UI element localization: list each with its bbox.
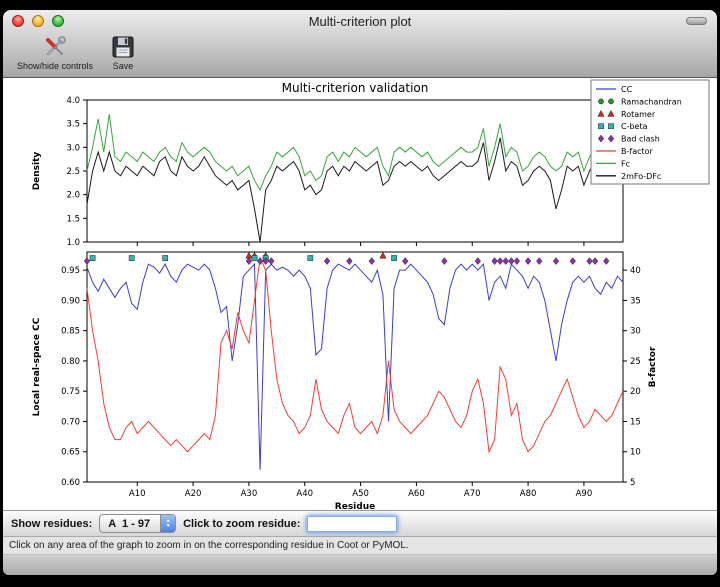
svg-text:CC: CC xyxy=(621,85,633,94)
controls-bar: Show residues: A 1 - 97 ▲▼ Click to zoom… xyxy=(3,510,717,536)
svg-text:1.5: 1.5 xyxy=(66,214,80,224)
svg-text:A70: A70 xyxy=(464,489,481,499)
svg-text:A10: A10 xyxy=(129,489,146,499)
svg-text:3.5: 3.5 xyxy=(66,120,80,130)
window-title: Multi-criterion plot xyxy=(3,14,717,29)
zoom-residue-input[interactable] xyxy=(307,516,397,532)
svg-text:Multi-criterion validation: Multi-criterion validation xyxy=(282,81,429,95)
svg-text:Fc: Fc xyxy=(621,159,630,168)
svg-text:Density: Density xyxy=(32,152,42,191)
svg-text:Residue: Residue xyxy=(335,502,375,510)
svg-text:Ramachandran: Ramachandran xyxy=(621,97,682,106)
svg-text:1.0: 1.0 xyxy=(66,238,80,248)
svg-text:0.65: 0.65 xyxy=(61,448,80,458)
save-label: Save xyxy=(113,61,134,71)
svg-text:A30: A30 xyxy=(241,489,258,499)
svg-text:15: 15 xyxy=(630,417,641,427)
traffic-lights xyxy=(12,15,64,27)
svg-text:0.75: 0.75 xyxy=(61,387,80,397)
svg-text:30: 30 xyxy=(630,327,641,337)
svg-text:0.90: 0.90 xyxy=(61,296,80,306)
status-bar: Click on any area of the graph to zoom i… xyxy=(3,536,717,554)
svg-text:A40: A40 xyxy=(296,489,313,499)
svg-text:4.0: 4.0 xyxy=(66,96,80,106)
screen: Multi-criterion plot xyxy=(0,0,720,587)
svg-text:Bad clash: Bad clash xyxy=(621,135,660,144)
svg-text:2mFo-DFc: 2mFo-DFc xyxy=(621,172,661,181)
svg-text:2.5: 2.5 xyxy=(66,167,80,177)
svg-text:A20: A20 xyxy=(185,489,202,499)
close-button[interactable] xyxy=(12,15,24,27)
svg-text:0.95: 0.95 xyxy=(61,266,80,276)
svg-text:A90: A90 xyxy=(576,489,593,499)
svg-text:0.70: 0.70 xyxy=(61,417,80,427)
show-hide-controls-label: Show/hide controls xyxy=(17,61,93,71)
svg-text:C-beta: C-beta xyxy=(621,122,648,131)
save-icon xyxy=(109,33,137,61)
show-hide-controls-button[interactable]: Show/hide controls xyxy=(17,33,93,71)
svg-text:Rotamer: Rotamer xyxy=(621,110,656,119)
svg-text:2.0: 2.0 xyxy=(66,191,80,201)
svg-text:B-factor: B-factor xyxy=(648,346,658,387)
svg-text:Local real-space CC: Local real-space CC xyxy=(32,317,42,416)
residue-range-value: A 1 - 97 xyxy=(100,515,160,532)
svg-text:40: 40 xyxy=(630,266,641,276)
save-button[interactable]: Save xyxy=(109,33,137,71)
residue-range-select[interactable]: A 1 - 97 ▲▼ xyxy=(99,514,176,533)
toolbar-toggle-lozenge[interactable] xyxy=(686,17,707,25)
plot-area: Multi-criterion validation 1.0 1.5 2.0 2.5 3.… xyxy=(3,78,717,510)
zoom-residue-label: Click to zoom residue: xyxy=(183,518,300,530)
svg-text:A50: A50 xyxy=(352,489,369,499)
svg-text:0.85: 0.85 xyxy=(61,327,80,337)
tools-icon xyxy=(41,33,69,61)
multi-criterion-figure[interactable]: Multi-criterion validation 1.0 1.5 2.0 2.5 3.… xyxy=(3,78,717,510)
svg-text:A80: A80 xyxy=(520,489,537,499)
zoom-window-button[interactable] xyxy=(52,15,64,27)
titlebar[interactable]: Multi-criterion plot xyxy=(3,10,717,32)
svg-text:A60: A60 xyxy=(408,489,425,499)
svg-text:5: 5 xyxy=(630,478,635,488)
svg-text:35: 35 xyxy=(630,296,641,306)
minimize-button[interactable] xyxy=(32,15,44,27)
combo-stepper-icon: ▲▼ xyxy=(160,515,175,532)
svg-text:0.80: 0.80 xyxy=(61,357,80,367)
svg-text:25: 25 xyxy=(630,357,641,367)
window-top: Multi-criterion plot xyxy=(3,10,717,78)
multi-criterion-plot-window: Multi-criterion plot xyxy=(3,10,717,575)
svg-text:B-factor: B-factor xyxy=(621,147,654,156)
show-residues-label: Show residues: xyxy=(11,518,92,530)
svg-text:3.0: 3.0 xyxy=(66,143,80,153)
svg-text:20: 20 xyxy=(630,387,641,397)
svg-text:10: 10 xyxy=(630,448,641,458)
toolbar: Show/hide controls Save xyxy=(3,32,717,77)
svg-text:0.60: 0.60 xyxy=(61,478,80,488)
status-text: Click on any area of the graph to zoom i… xyxy=(9,540,409,551)
window-bottom-edge xyxy=(3,554,717,575)
